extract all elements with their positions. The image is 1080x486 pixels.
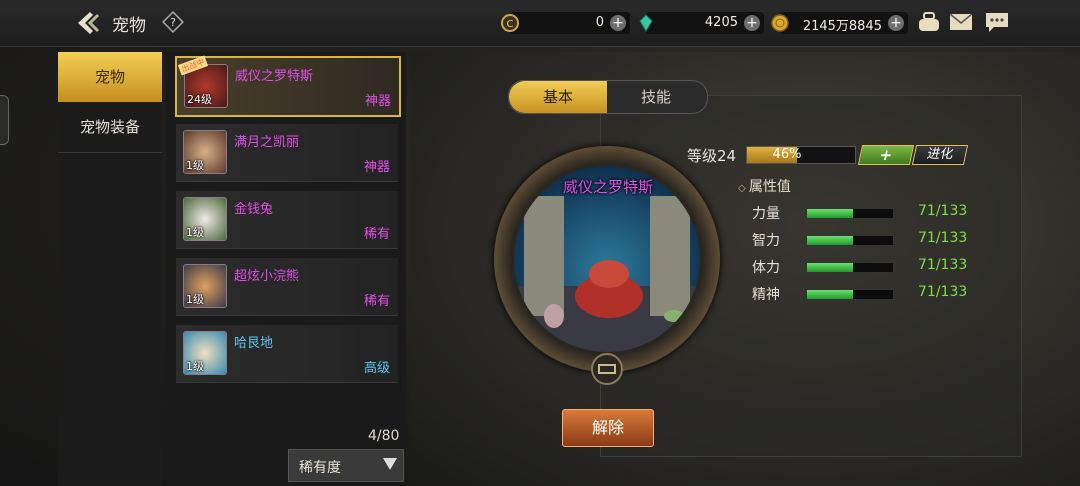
xp-percent: 46%	[772, 147, 802, 162]
tab-pets[interactable]: 宠物	[58, 52, 162, 102]
pet-name: 超炫小浣熊	[234, 269, 300, 284]
pet-list-item[interactable]: 1级 金钱兔 稀有	[176, 191, 398, 249]
help-icon[interactable]: ?	[162, 11, 184, 33]
stat-row: 体力 71/133	[752, 257, 972, 277]
currency-c-coin: C 0 +	[501, 12, 630, 34]
pet-rarity: 稀有	[363, 294, 390, 309]
svg-text:C: C	[507, 19, 514, 30]
pet-rarity: 高级	[363, 361, 390, 376]
stat-row: 力量 71/133	[752, 203, 972, 223]
bag-icon[interactable]	[916, 10, 942, 34]
pet-name: 金钱兔	[234, 202, 274, 217]
pet-name: 哈艮地	[234, 336, 274, 351]
pet-level-label: 等级24	[687, 147, 737, 165]
stat-value: 71/133	[918, 284, 968, 300]
pet-name: 威仪之罗特斯	[235, 69, 314, 84]
gold-c-coin-icon: C	[501, 14, 519, 32]
add-currency-button[interactable]: +	[744, 15, 760, 31]
green-crystal-icon	[639, 14, 653, 32]
mail-icon[interactable]	[948, 10, 974, 34]
pet-list-item[interactable]: 1级 超炫小浣熊 稀有	[176, 258, 398, 316]
lock-emblem-icon	[591, 353, 623, 385]
page-title: 宠物	[112, 16, 146, 36]
attributes-title: 属性值	[748, 179, 791, 195]
add-xp-button[interactable]: +	[857, 145, 915, 165]
evolve-button[interactable]: 进化	[911, 145, 969, 165]
top-bar: 宠物 ? C 0 + 4205 + 2145万8845 +	[0, 0, 1080, 47]
pet-level: 24级	[187, 93, 212, 106]
stat-bar	[806, 262, 894, 273]
gold-coin-icon	[771, 14, 789, 32]
currency-crystal: 4205 +	[639, 12, 764, 34]
pet-rarity: 神器	[363, 160, 390, 175]
tab-skill[interactable]: 技能	[607, 81, 705, 113]
stat-bar-fill	[807, 290, 853, 299]
stat-bar	[806, 289, 894, 300]
stat-bar-fill	[807, 236, 853, 245]
pet-list-item[interactable]: 1级 哈艮地 高级	[176, 325, 398, 383]
stat-row: 精神 71/133	[752, 284, 972, 304]
stat-value: 71/133	[918, 203, 968, 219]
add-currency-button[interactable]: +	[888, 15, 904, 31]
tab-basic[interactable]: 基本	[509, 81, 607, 113]
currency-value: 0	[595, 15, 604, 30]
stat-value: 71/133	[918, 230, 968, 246]
detail-tabs: 基本 技能	[508, 80, 708, 114]
currency-value: 2145万8845	[802, 19, 882, 34]
pet-list-item[interactable]: 1级 满月之凯丽 神器	[176, 124, 398, 182]
pet-name: 满月之凯丽	[234, 135, 300, 150]
tab-pet-equipment[interactable]: 宠物装备	[58, 102, 162, 153]
stat-label: 智力	[752, 233, 780, 249]
diamond-bullet-icon: ◇	[738, 183, 749, 194]
stat-bar	[806, 235, 894, 246]
chevron-down-icon	[383, 458, 397, 470]
stat-label: 体力	[752, 260, 780, 276]
stat-value: 71/133	[918, 257, 968, 273]
currency-value: 4205	[704, 15, 738, 30]
pet-level: 1级	[186, 159, 204, 172]
sort-label: 稀有度	[299, 460, 341, 476]
pet-list-item[interactable]: 出战中 24级 威仪之罗特斯 神器	[175, 55, 401, 117]
pet-level: 1级	[186, 360, 204, 373]
stat-bar	[806, 208, 894, 219]
side-drawer-handle[interactable]	[0, 95, 9, 145]
stat-label: 力量	[752, 206, 780, 222]
back-arrow-icon[interactable]	[74, 9, 104, 37]
stat-bar-fill	[807, 263, 853, 272]
pet-count: 4/80	[368, 428, 400, 444]
svg-text:?: ?	[170, 16, 176, 29]
chat-icon[interactable]	[984, 10, 1010, 34]
pet-rarity: 神器	[364, 94, 391, 109]
stat-label: 精神	[752, 287, 780, 303]
pet-level: 1级	[186, 226, 204, 239]
pet-level: 1级	[186, 293, 204, 306]
pet-name-title: 威仪之罗特斯	[562, 178, 653, 196]
stat-row: 智力 71/133	[752, 230, 972, 250]
add-currency-button[interactable]: +	[610, 15, 626, 31]
attributes-heading: ◇ 属性值	[738, 176, 791, 196]
stat-bar-fill	[807, 209, 853, 218]
xp-bar: 46%	[746, 146, 856, 164]
currency-gold: 2145万8845 +	[771, 12, 908, 34]
release-button[interactable]: 解除	[562, 409, 654, 447]
sort-dropdown[interactable]: 稀有度	[288, 449, 404, 482]
pet-rarity: 稀有	[363, 227, 390, 242]
